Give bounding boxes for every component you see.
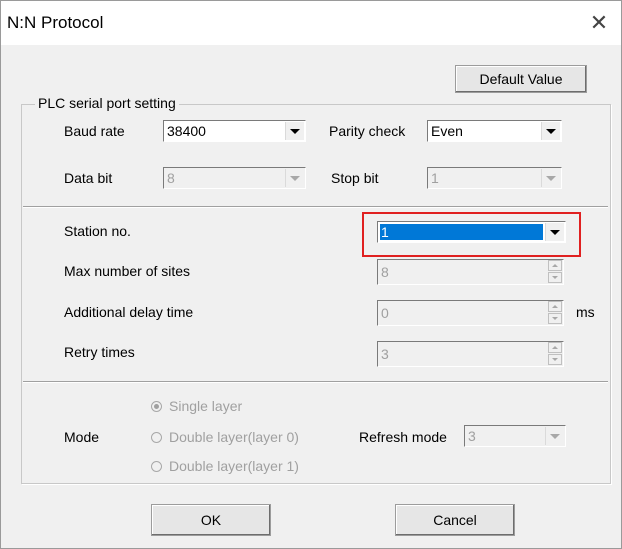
radio-single-layer[interactable]: Single layer [151, 398, 242, 414]
refresh-mode-value: 3 [468, 428, 476, 444]
station-no-value: 1 [380, 224, 543, 240]
data-bit-label: Data bit [64, 170, 113, 186]
ok-button[interactable]: OK [151, 504, 271, 536]
chevron-down-icon [285, 169, 304, 187]
chevron-down-icon [545, 427, 564, 445]
max-sites-label: Max number of sites [64, 263, 191, 279]
max-sites-value: 8 [381, 264, 389, 280]
data-bit-select[interactable]: 8 [163, 167, 306, 189]
chevron-down-icon[interactable] [285, 122, 304, 140]
serial-port-legend: PLC serial port setting [35, 95, 179, 111]
cancel-button[interactable]: Cancel [395, 504, 515, 536]
delay-unit: ms [576, 304, 595, 320]
title-bar: N:N Protocol ✕ [1, 1, 621, 45]
spin-down-icon[interactable] [548, 313, 562, 324]
dialog-title: N:N Protocol [7, 13, 104, 32]
station-no-select[interactable]: 1 [377, 221, 566, 243]
stop-bit-value: 1 [431, 170, 439, 186]
baud-rate-select[interactable]: 38400 [163, 120, 306, 142]
radio-double-layer-1[interactable]: Double layer(layer 1) [151, 458, 299, 474]
spin-up-icon[interactable] [548, 260, 562, 271]
station-no-label: Station no. [64, 223, 131, 239]
nn-protocol-dialog: N:N Protocol ✕ Default Value PLC serial … [0, 0, 622, 549]
retry-label: Retry times [64, 344, 135, 360]
baud-rate-value: 38400 [167, 123, 206, 139]
chevron-down-icon[interactable] [545, 223, 564, 241]
spin-down-icon[interactable] [548, 354, 562, 365]
parity-check-value: Even [431, 123, 463, 139]
spin-up-icon[interactable] [548, 342, 562, 353]
data-bit-value: 8 [167, 170, 175, 186]
radio-icon [151, 461, 162, 472]
close-icon[interactable]: ✕ [585, 9, 613, 37]
mode-label: Mode [64, 429, 100, 445]
delay-value: 0 [381, 305, 389, 321]
stop-bit-select[interactable]: 1 [427, 167, 562, 189]
divider [23, 381, 608, 383]
stop-bit-label: Stop bit [331, 170, 379, 186]
retry-spinner[interactable]: 3 [377, 341, 564, 367]
max-sites-spinner[interactable]: 8 [377, 259, 564, 285]
refresh-mode-select[interactable]: 3 [464, 425, 566, 447]
baud-rate-label: Baud rate [64, 123, 125, 139]
radio-label: Single layer [169, 398, 243, 414]
parity-check-select[interactable]: Even [427, 120, 562, 142]
spin-up-icon[interactable] [548, 301, 562, 312]
radio-label: Double layer(layer 0) [169, 429, 299, 445]
radio-icon [151, 432, 162, 443]
spin-down-icon[interactable] [548, 272, 562, 283]
chevron-down-icon[interactable] [541, 122, 560, 140]
refresh-mode-label: Refresh mode [359, 429, 447, 445]
delay-spinner[interactable]: 0 [377, 300, 564, 326]
chevron-down-icon [541, 169, 560, 187]
parity-check-label: Parity check [329, 123, 406, 139]
radio-label: Double layer(layer 1) [169, 458, 299, 474]
default-value-button[interactable]: Default Value [455, 65, 587, 93]
radio-double-layer-0[interactable]: Double layer(layer 0) [151, 429, 299, 445]
delay-label: Additional delay time [64, 304, 194, 320]
divider [23, 206, 608, 208]
retry-value: 3 [381, 346, 389, 362]
radio-selected-icon [151, 401, 162, 412]
